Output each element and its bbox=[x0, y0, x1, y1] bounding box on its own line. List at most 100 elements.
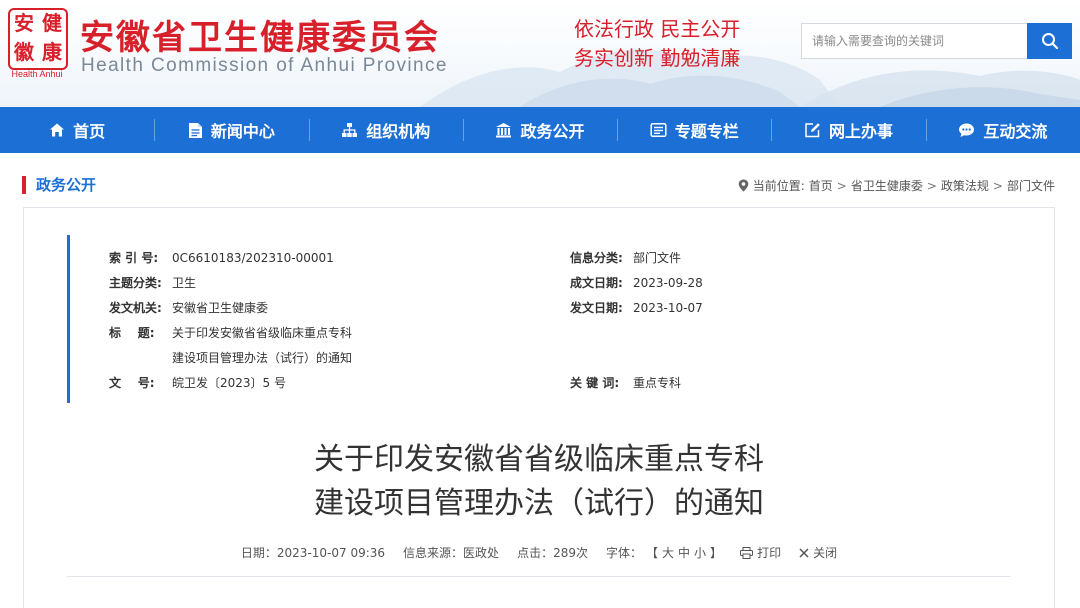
font-size-label: 字体： bbox=[605, 546, 642, 560]
nav-item-government-affairs[interactable]: 政务公开 bbox=[462, 107, 617, 153]
printer-icon bbox=[740, 546, 754, 559]
document-title-line: 关于印发安徽省省级临床重点专科 bbox=[314, 442, 764, 477]
meta-key: 标 题: bbox=[109, 326, 155, 340]
section-title: 政务公开 bbox=[36, 176, 97, 194]
document-title-line: 建设项目管理办法（试行）的通知 bbox=[314, 486, 764, 521]
meta-key: 主题分类: bbox=[109, 276, 162, 290]
meta-key: 发文机关: bbox=[109, 301, 162, 315]
home-icon bbox=[50, 123, 65, 137]
font-size-medium-link[interactable]: 中 bbox=[678, 544, 690, 561]
slogan-line: 依法行政 民主公开 bbox=[574, 17, 741, 41]
nav-label: 网上办事 bbox=[829, 122, 894, 141]
document-source: 信息来源：医政处 bbox=[403, 546, 500, 560]
breadcrumb-location-label: 当前位置: bbox=[752, 179, 805, 193]
nav-item-special-topics[interactable]: 专题专栏 bbox=[617, 107, 771, 153]
meta-key: 文 号: bbox=[109, 376, 155, 390]
meta-value: 部门文件 bbox=[633, 251, 682, 265]
document-icon bbox=[188, 122, 202, 138]
print-label: 打印 bbox=[757, 546, 782, 560]
breadcrumb-link[interactable]: 首页 bbox=[809, 177, 833, 194]
font-size-controls: 字体： 【 大 中 小 】 bbox=[606, 544, 722, 561]
newspaper-icon bbox=[650, 122, 667, 138]
breadcrumb-link[interactable]: 政策法规 bbox=[941, 177, 989, 194]
meta-row-index: 索 引 号: 0C6610183/202310-00001 bbox=[109, 246, 352, 271]
meta-key: 成文日期: bbox=[570, 276, 623, 290]
nav-item-home[interactable]: 首页 bbox=[0, 107, 154, 153]
search-box bbox=[801, 23, 1072, 59]
breadcrumb: 当前位置: 首页 > 省卫生健康委 > 政策法规 > 部门文件 bbox=[738, 177, 1055, 194]
seal-char: 康 bbox=[42, 40, 62, 64]
breadcrumb-separator: > bbox=[992, 178, 1003, 193]
bracket: 【 bbox=[645, 546, 658, 560]
site-title[interactable]: 安徽省卫生健康委员会 bbox=[80, 10, 440, 59]
meta-row-topic: 主题分类: 卫生 bbox=[109, 271, 352, 296]
search-button[interactable] bbox=[1027, 23, 1072, 59]
search-input[interactable] bbox=[802, 24, 1028, 58]
font-size-large-link[interactable]: 大 bbox=[662, 544, 674, 561]
divider bbox=[67, 576, 1011, 577]
document-info-bar: 日期：2023-10-07 09:36 信息来源：医政处 点击：289次 字体：… bbox=[24, 544, 1054, 561]
document-date: 日期：2023-10-07 09:36 bbox=[240, 546, 386, 560]
close-label: 关闭 bbox=[813, 546, 838, 560]
site-header: 安 健 徽 康 Health Anhui 安徽省卫生健康委员会 Health C… bbox=[0, 0, 1080, 107]
meta-value: 0C6610183/202310-00001 bbox=[172, 251, 334, 265]
building-icon bbox=[496, 123, 512, 138]
slogan: 依法行政 民主公开 务实创新 勤勉清廉 bbox=[574, 15, 740, 73]
meta-row-keywords: 关 键 词: 重点专科 bbox=[570, 371, 703, 396]
nav-label: 新闻中心 bbox=[210, 122, 275, 141]
nav-label: 组织机构 bbox=[366, 122, 431, 141]
breadcrumb-separator: > bbox=[836, 178, 847, 193]
meta-row-issuer: 发文机关: 安徽省卫生健康委 bbox=[109, 296, 352, 321]
meta-value: 重点专科 bbox=[633, 376, 682, 390]
breadcrumb-link[interactable]: 部门文件 bbox=[1007, 177, 1055, 194]
logo-caption: Health Anhui bbox=[11, 69, 63, 79]
chat-icon bbox=[959, 123, 975, 137]
meta-value: 2023-09-28 bbox=[633, 276, 703, 290]
nav-item-news[interactable]: 新闻中心 bbox=[154, 107, 308, 153]
nav-item-online-services[interactable]: 网上办事 bbox=[771, 107, 925, 153]
seal-char: 徽 bbox=[14, 40, 34, 64]
document-title: 关于印发安徽省省级临床重点专科 建设项目管理办法（试行）的通知 bbox=[24, 438, 1054, 526]
nav-label: 互动交流 bbox=[983, 122, 1048, 141]
nav-label: 政务公开 bbox=[520, 122, 585, 141]
font-size-small-link[interactable]: 小 bbox=[694, 544, 706, 561]
search-icon bbox=[1041, 33, 1058, 50]
meta-value: 建设项目管理办法（试行）的通知 bbox=[172, 351, 353, 365]
meta-row-docno: 文 号: 皖卫发〔2023〕5 号 bbox=[109, 371, 352, 396]
nav-item-interaction[interactable]: 互动交流 bbox=[925, 107, 1080, 153]
location-pin-icon bbox=[738, 179, 749, 192]
edit-icon bbox=[805, 123, 820, 138]
meta-key: 发文日期: bbox=[570, 301, 623, 315]
meta-value: 2023-10-07 bbox=[633, 301, 703, 315]
logo-seal[interactable]: 安 健 徽 康 bbox=[8, 8, 68, 70]
meta-value: 关于印发安徽省省级临床重点专科 bbox=[172, 326, 353, 340]
seal-char: 安 bbox=[14, 11, 34, 35]
meta-row-title: 标 题: 关于印发安徽省省级临床重点专科 bbox=[109, 321, 352, 346]
document-hits: 点击：289次 bbox=[517, 546, 588, 560]
nav-label: 专题专栏 bbox=[674, 122, 739, 141]
nav-item-organization[interactable]: 组织机构 bbox=[308, 107, 463, 153]
section-accent-mark bbox=[22, 176, 26, 194]
meta-key: 索 引 号: bbox=[109, 251, 159, 265]
metadata-left: 索 引 号: 0C6610183/202310-00001 主题分类: 卫生 发… bbox=[109, 246, 352, 396]
breadcrumb-link[interactable]: 省卫生健康委 bbox=[851, 177, 923, 194]
section-bar: 政务公开 当前位置: 首页 > 省卫生健康委 > 政策法规 > 部门文件 bbox=[22, 170, 1057, 200]
nav-label: 首页 bbox=[73, 122, 106, 141]
close-button[interactable]: 关闭 bbox=[799, 544, 837, 561]
close-icon bbox=[799, 547, 809, 558]
meta-row-published: 发文日期: 2023-10-07 bbox=[570, 296, 703, 321]
meta-row-created: 成文日期: 2023-09-28 bbox=[570, 271, 703, 296]
meta-key: 关 键 词: bbox=[570, 376, 620, 390]
site-subtitle: Health Commission of Anhui Province bbox=[81, 55, 448, 76]
main-nav: 首页 新闻中心 组织机构 政务公开 专题专栏 网上办事 互动交流 bbox=[0, 107, 1080, 153]
bracket: 】 bbox=[710, 546, 723, 560]
meta-row-title-cont: 建设项目管理办法（试行）的通知 bbox=[109, 346, 352, 371]
breadcrumb-separator: > bbox=[926, 178, 937, 193]
content-panel: 索 引 号: 0C6610183/202310-00001 主题分类: 卫生 发… bbox=[23, 207, 1055, 608]
meta-value: 卫生 bbox=[172, 276, 197, 290]
meta-value: 安徽省卫生健康委 bbox=[172, 301, 269, 315]
slogan-line: 务实创新 勤勉清廉 bbox=[574, 46, 741, 70]
seal-char: 健 bbox=[42, 11, 62, 35]
print-button[interactable]: 打印 bbox=[740, 544, 781, 561]
meta-key: 信息分类: bbox=[570, 251, 623, 265]
